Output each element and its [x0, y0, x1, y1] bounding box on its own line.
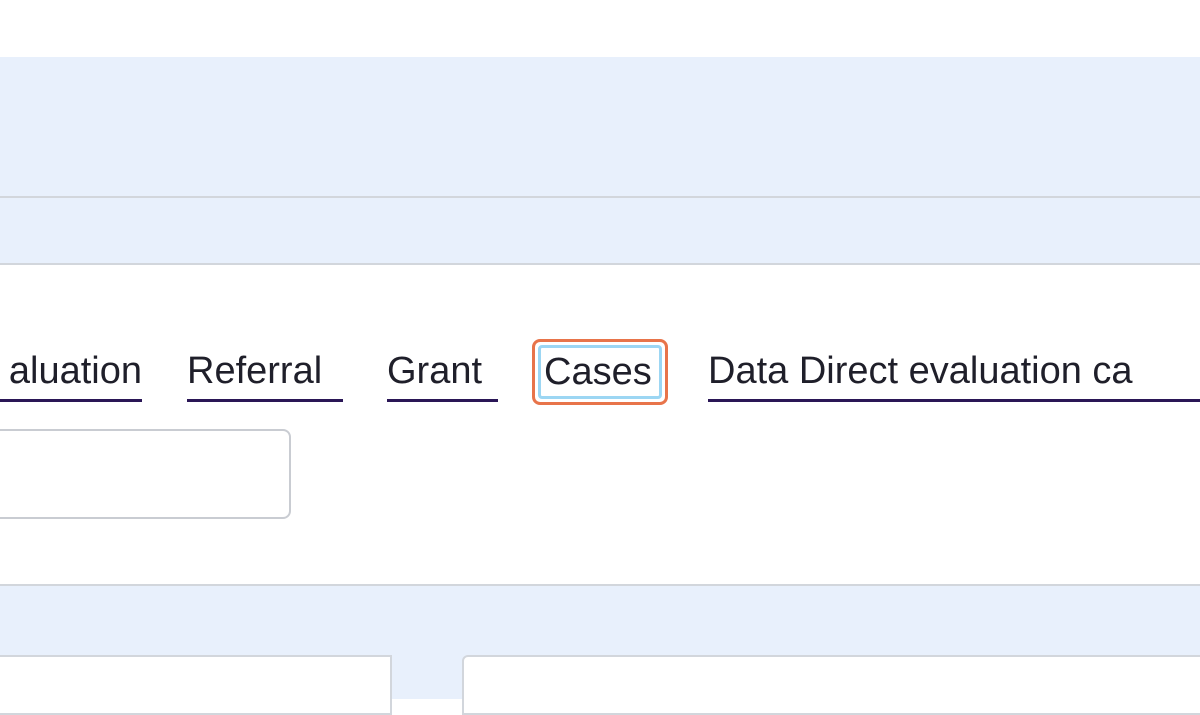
tab-evaluation[interactable]: aluation — [0, 347, 142, 403]
header-strip — [0, 198, 1200, 263]
top-bar — [0, 0, 1200, 57]
tab-referral[interactable]: Referral — [187, 347, 343, 403]
tab-evaluation-label: aluation — [8, 350, 142, 392]
tab-referral-label: Referral — [187, 350, 323, 392]
tab-grant-label: Grant — [387, 350, 483, 392]
header-banner — [0, 57, 1200, 196]
tab-cases-label: Cases — [544, 351, 652, 393]
tab-cases[interactable]: Cases — [532, 339, 668, 405]
search-input[interactable] — [0, 429, 291, 519]
tab-grant[interactable]: Grant — [387, 347, 498, 403]
tab-data-direct-evaluation[interactable]: Data Direct evaluation ca — [708, 347, 1200, 403]
tabs-panel: aluation Referral Grant Cases Data Direc… — [0, 263, 1200, 586]
left-card — [0, 655, 392, 715]
tab-data-direct-label: Data Direct evaluation ca — [708, 350, 1133, 392]
right-card — [462, 655, 1200, 715]
